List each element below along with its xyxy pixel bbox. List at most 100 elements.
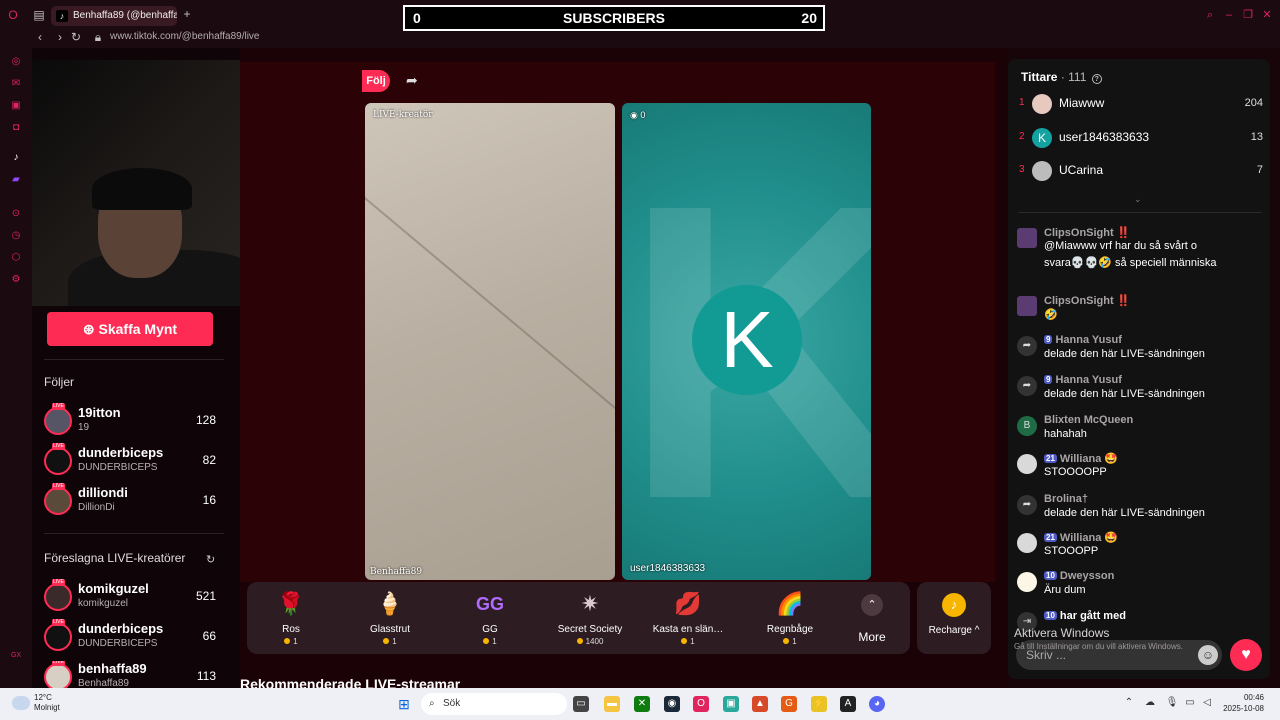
following-item-19itton[interactable]: LIVE 19itton 19 128 [44, 403, 220, 441]
time: 00:46 [1243, 693, 1264, 702]
maximize-icon[interactable]: ❐ [1241, 8, 1255, 22]
top-viewer-row[interactable]: 2 K user1846383633 13 [1019, 127, 1263, 149]
rank: 2 [1019, 131, 1025, 142]
windows-start-icon[interactable]: ⊞ [396, 696, 412, 712]
tiktok-sidebar-icon[interactable]: ♪ [10, 152, 22, 164]
viewers-header[interactable]: Tittare · 111 ? [1021, 70, 1102, 84]
following-item-dunderbiceps[interactable]: LIVE dunderbiceps DUNDERBICEPS 82 [44, 443, 220, 481]
guest-avatar: K [692, 285, 802, 395]
chat-text: svara💀💀🤣 så speciell människa [1044, 257, 1217, 269]
app-icon[interactable]: A [840, 696, 856, 712]
app-icon[interactable]: ⚡ [811, 696, 827, 712]
live-badge: LIVE [52, 579, 65, 586]
chevron-down-icon[interactable]: ⌄ [1134, 194, 1142, 205]
cloud-icon[interactable] [12, 696, 30, 710]
person-cap-shape [92, 168, 192, 210]
viewer-count: 521 [195, 589, 216, 603]
follow-button[interactable]: Följ [362, 70, 390, 92]
emoji-icon[interactable]: ☺ [1198, 645, 1218, 665]
gift-price-value: 1400 [585, 637, 604, 646]
get-coins-button[interactable]: ⊛ Skaffa Mynt [47, 312, 213, 346]
battle-panel-host[interactable] [365, 103, 615, 580]
page-icon[interactable]: ▤ [32, 8, 46, 22]
chat-user-name: Hanna Yusuf [1055, 374, 1122, 386]
gift-kasta-en-slangkyss[interactable]: 💋 Kasta en slän… 1 [643, 590, 733, 652]
viewer-name: Miawww [1059, 96, 1105, 110]
suggested-item-benhaffa89[interactable]: LIVE benhaffa89 Benhaffa89 113 [44, 661, 220, 688]
task-view-icon[interactable]: ▭ [573, 696, 589, 712]
viewer-name: user1846383633 [1059, 130, 1150, 144]
level-badge: 10 [1044, 571, 1057, 580]
more-gifts-button[interactable]: ⌃ More [856, 594, 888, 644]
messenger-icon[interactable]: ✉ [10, 78, 22, 90]
file-explorer-icon[interactable]: ▬ [604, 696, 620, 712]
avatar [44, 583, 72, 611]
forward-icon[interactable]: › [53, 30, 67, 44]
new-tab-icon[interactable]: + [181, 8, 193, 20]
clock[interactable]: 00:46 2025-10-08 [1222, 692, 1264, 714]
app-icon[interactable]: ▲ [752, 696, 768, 712]
activate-windows-subtitle: Gå till Inställningar om du vill aktiver… [1014, 642, 1183, 651]
top-viewer-row[interactable]: 3 UCarina 7 [1019, 160, 1263, 182]
coin-icon [383, 638, 390, 644]
twitch-icon[interactable]: ▰ [10, 174, 22, 186]
refresh-icon[interactable]: ↻ [206, 553, 215, 566]
chevron-up-icon[interactable]: ⌃ [1122, 697, 1136, 708]
gift-secret-society[interactable]: ✷ Secret Society 1400 [545, 590, 635, 652]
gift-glasstrut[interactable]: 🍦 Glasstrut 1 [345, 590, 435, 652]
rank: 3 [1019, 164, 1025, 175]
live-video-frame[interactable] [240, 62, 995, 582]
date: 2025-10-08 [1223, 704, 1264, 713]
gift-regnbage[interactable]: 🌈 Regnbåge 1 [745, 590, 835, 652]
network-icon[interactable]: ▭ [1183, 697, 1197, 708]
gift-name: Secret Society [557, 624, 623, 635]
following-item-dilliondi[interactable]: LIVE dilliondi DillionDi 16 [44, 483, 220, 521]
browser-tab[interactable]: ♪ Benhaffa89 (@benhaffa [51, 6, 177, 26]
top-viewer-row[interactable]: 1 Miawww 204 [1019, 93, 1263, 115]
opera-logo-icon[interactable]: O [6, 8, 20, 22]
help-icon[interactable]: ? [1091, 74, 1102, 84]
reload-icon[interactable]: ↻ [69, 30, 83, 44]
suggested-item-komikguzel[interactable]: LIVE komikguzel komikguzel 521 [44, 579, 220, 617]
gift-ros[interactable]: 🌹 Ros 1 [246, 590, 336, 652]
recharge-button[interactable]: ♪ Recharge ^ [917, 582, 991, 654]
chat-icon[interactable]: ▣ [10, 100, 22, 112]
suggested-item-dunderbiceps[interactable]: LIVE dunderbiceps DUNDERBICEPS 66 [44, 619, 220, 657]
history-icon[interactable]: ◷ [10, 230, 22, 242]
microphone-icon[interactable]: 🎙︎ [1165, 697, 1179, 708]
like-heart-button[interactable]: ♥ [1230, 639, 1262, 671]
gift-gg[interactable]: GG GG 1 [445, 590, 535, 652]
close-icon[interactable]: ✕ [1260, 8, 1274, 22]
live-badge: LIVE [52, 661, 65, 666]
weather-widget[interactable]: 12°C Molnigt [34, 693, 60, 713]
address-bar[interactable]: www.tiktok.com/@benhaffa89/live [110, 30, 260, 44]
aria-icon[interactable]: ◎ [10, 56, 22, 68]
account-handle: DUNDERBICEPS [78, 638, 158, 649]
opera-gx-icon[interactable]: O [693, 696, 709, 712]
app-icon[interactable]: G [781, 696, 797, 712]
cloud-icon[interactable]: ☁ [1143, 697, 1157, 708]
avatar [1017, 454, 1037, 474]
suggested-title: Föreslagna LIVE-kreatörer [44, 551, 186, 565]
volume-icon[interactable]: ◁ [1200, 697, 1214, 708]
gift-name: Regnbåge [766, 624, 814, 635]
search-icon[interactable]: ⌕ [1203, 8, 1217, 22]
extensions-icon[interactable]: ⬡ [10, 252, 22, 264]
settings-icon[interactable]: ⚙ [10, 274, 22, 286]
app-icon[interactable]: ▣ [723, 696, 739, 712]
minimize-icon[interactable]: – [1222, 8, 1236, 22]
instagram-icon[interactable]: ◘ [10, 122, 22, 134]
discord-icon[interactable]: ◕ [869, 696, 885, 712]
steam-icon[interactable]: ◉ [664, 696, 680, 712]
taskbar-search[interactable]: ⌕ Sök [421, 693, 567, 715]
share-icon: ➦ [1017, 495, 1037, 515]
share-icon[interactable]: ➦ [406, 72, 418, 89]
xbox-icon[interactable]: ✕ [634, 696, 650, 712]
viewer-name: UCarina [1059, 163, 1104, 177]
live-badge: LIVE [52, 403, 65, 410]
player-icon[interactable]: ⊙ [10, 208, 22, 220]
battle-panel-guest[interactable]: K K [622, 103, 871, 580]
account-name: komikguzel [78, 581, 149, 596]
back-icon[interactable]: ‹ [33, 30, 47, 44]
gx-icon[interactable]: GX [10, 650, 22, 662]
